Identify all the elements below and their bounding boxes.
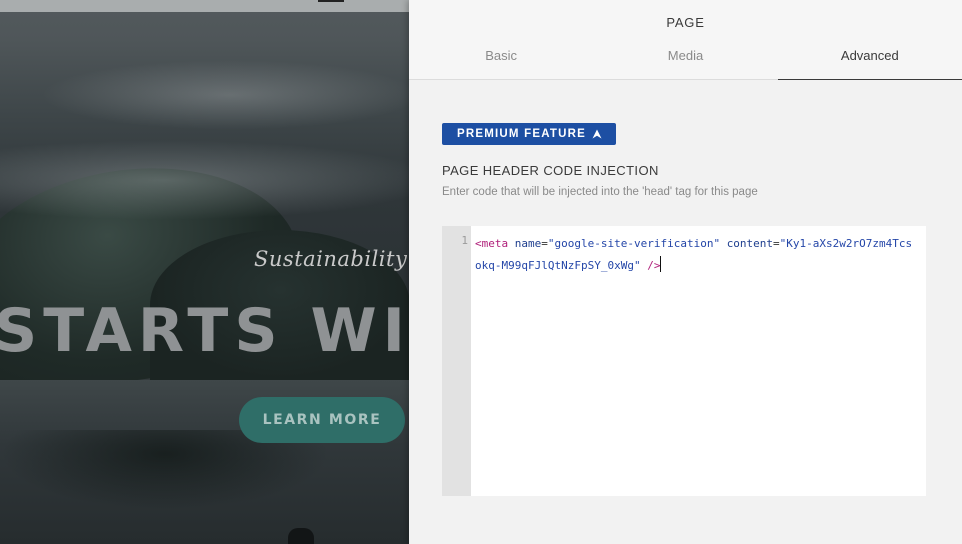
tab-media[interactable]: Media — [593, 42, 777, 79]
text-cursor — [660, 256, 662, 272]
hero-tagline: Sustainability — [254, 247, 408, 271]
hero-headline: STARTS WIT — [0, 296, 458, 366]
code-token-tag-open: <meta — [475, 237, 509, 250]
code-injection-description: Enter code that will be injected into th… — [442, 186, 758, 198]
code-token-attr-content: content — [726, 237, 774, 250]
panel-header: PAGE Basic Media Advanced — [409, 0, 962, 80]
person-silhouette — [288, 528, 314, 544]
menu-icon — [318, 0, 344, 2]
page-root: Sustainability STARTS WIT LEARN MORE PAG… — [0, 0, 962, 544]
panel-title: PAGE — [666, 15, 705, 30]
premium-badge-label: PREMIUM FEATURE — [457, 128, 586, 140]
settings-tabs: Basic Media Advanced — [409, 42, 962, 80]
code-token-tag-close: /> — [647, 259, 661, 272]
code-text[interactable]: <meta name="google-site-verification" co… — [471, 226, 926, 496]
line-number: 1 — [461, 234, 468, 247]
premium-feature-badge[interactable]: PREMIUM FEATURE — [442, 123, 616, 145]
preview-top-strip — [0, 0, 420, 12]
code-injection-heading: PAGE HEADER CODE INJECTION — [442, 163, 659, 178]
page-settings-panel: PAGE Basic Media Advanced PREMIUM FEATUR… — [409, 0, 962, 544]
code-injection-editor[interactable]: 1 <meta name="google-site-verification" … — [442, 226, 926, 496]
premium-arrow-icon — [592, 129, 602, 139]
learn-more-button[interactable]: LEARN MORE — [239, 397, 405, 443]
mist-decoration — [0, 140, 440, 220]
line-number-gutter: 1 — [442, 226, 471, 496]
code-token-attr-name: name — [514, 237, 542, 250]
tab-basic[interactable]: Basic — [409, 42, 593, 79]
mist-decoration — [40, 60, 420, 130]
code-token-attr-value: "google-site-verification" — [547, 237, 721, 250]
tab-advanced[interactable]: Advanced — [777, 42, 962, 80]
